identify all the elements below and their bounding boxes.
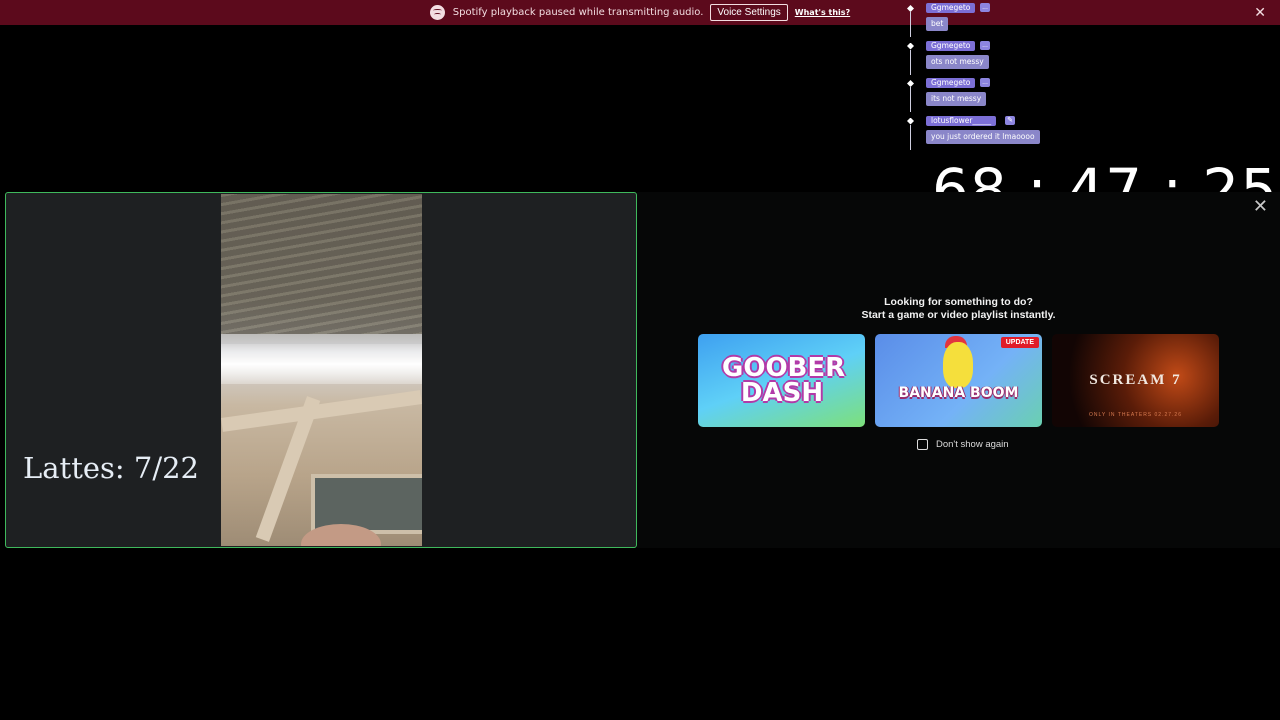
activity-cards: GOOBER DASH BANANA BOOM UPDATE SCREAM 7 … (698, 334, 1219, 427)
activity-panel: ✕ Looking for something to do? Start a g… (637, 192, 1280, 548)
activity-card-goober-dash[interactable]: GOOBER DASH (698, 334, 865, 427)
dont-show-label: Don't show again (936, 439, 1009, 450)
chat-badge-icon: ... (980, 3, 990, 12)
card-title: BANANA BOOM (898, 385, 1019, 401)
chat-badge-icon: ... (980, 40, 990, 50)
ceiling-image (221, 194, 422, 334)
chat-username: Ggmegeto (926, 3, 976, 13)
prompt-line-1: Looking for something to do? (884, 296, 1033, 308)
chat-text: ots not messy (926, 54, 989, 69)
chat-text: its not messy (926, 92, 987, 106)
close-icon[interactable]: ✕ (1254, 5, 1266, 21)
chat-username: lotusflower_____ (926, 115, 997, 126)
ceiling-light-image (221, 344, 422, 384)
activity-card-scream[interactable]: SCREAM 7 ONLY IN THEATERS 02.27.26 (1052, 334, 1219, 427)
chat-bullet-icon (907, 42, 914, 50)
chat-overlay: Ggmegeto ... bet Ggmegeto ... ots not me… (903, 2, 1063, 152)
chat-text: you just ordered it lmaoooo (926, 129, 1040, 144)
beam-image (221, 390, 422, 432)
activity-card-banana-boom[interactable]: BANANA BOOM UPDATE (875, 334, 1042, 427)
card-title: GOOBER DASH (722, 353, 846, 408)
chat-thread-line (910, 49, 911, 75)
chat-bullet-icon (907, 117, 914, 125)
chat-text: bet (926, 17, 949, 31)
notice-message: Spotify playback paused while transmitti… (452, 7, 704, 18)
chat-badge-icon: ✎ (1005, 115, 1015, 125)
activity-prompt: Looking for something to do? Start a gam… (637, 296, 1280, 322)
chat-message: Ggmegeto ... bet (903, 2, 1063, 40)
chat-thread-line (910, 12, 911, 37)
chat-message: Ggmegeto ... its not messy (903, 77, 1063, 115)
stream-tile[interactable]: Lattes: 7/22 (5, 192, 637, 548)
chat-bullet-icon (907, 80, 914, 87)
chat-thread-line (910, 87, 911, 112)
dont-show-again[interactable]: Don't show again (917, 439, 1009, 450)
prompt-line-2: Start a game or video playlist instantly… (861, 309, 1056, 321)
chat-badge-icon: ... (980, 78, 990, 87)
card-title: SCREAM 7 (1089, 372, 1182, 388)
chat-thread-line (910, 124, 911, 150)
voice-settings-button[interactable]: Voice Settings (710, 4, 788, 21)
checkbox-icon[interactable] (917, 439, 928, 450)
chat-message: lotusflower_____ ✎ you just ordered it l… (903, 115, 1063, 153)
card-subtitle: ONLY IN THEATERS 02.27.26 (1089, 412, 1182, 418)
chat-username: Ggmegeto (926, 78, 976, 88)
chat-username: Ggmegeto (926, 40, 976, 51)
lattes-counter: Lattes: 7/22 (23, 451, 200, 485)
chat-message: Ggmegeto ... ots not messy (903, 40, 1063, 78)
whats-this-link[interactable]: What's this? (795, 8, 850, 17)
close-icon[interactable]: ✕ (1253, 196, 1268, 217)
banana-image (943, 342, 973, 388)
chat-bullet-icon (907, 5, 914, 12)
camera-video (221, 194, 422, 546)
spotify-icon (429, 5, 445, 20)
notice-bar: Spotify playback paused while transmitti… (0, 0, 1280, 25)
update-badge: UPDATE (1000, 337, 1039, 348)
